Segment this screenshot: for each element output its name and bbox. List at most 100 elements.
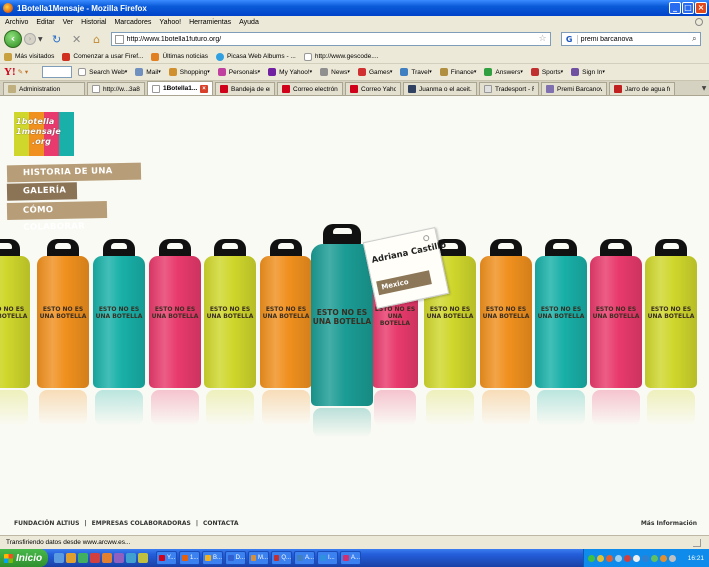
quicklaunch-icon[interactable] — [138, 553, 148, 563]
menu-ayuda[interactable]: Ayuda — [239, 19, 259, 26]
history-dropdown-icon[interactable]: ▼ — [38, 36, 43, 43]
quicklaunch-icon[interactable] — [90, 553, 100, 563]
dropdown-arrow-icon[interactable]: ▾ — [207, 69, 210, 75]
bottle[interactable]: ESTO NO ESUNA BOTELLA — [480, 96, 532, 535]
bookmark-star-icon[interactable]: ☆ — [539, 34, 547, 44]
browser-tab[interactable]: Premi Barcanova — [541, 82, 607, 95]
browser-tab[interactable]: Jarro de agua frí... — [609, 82, 675, 95]
dropdown-arrow-icon[interactable]: ▾ — [602, 69, 605, 75]
footer-link-contacta[interactable]: CONTACTA — [203, 520, 238, 527]
taskbar-window-button[interactable]: D... — [225, 551, 246, 565]
footer-link-empresas[interactable]: EMPRESAS COLABORADORAS — [92, 520, 191, 527]
yahoo-toolbar-item[interactable]: Sign In ▾ — [571, 68, 605, 76]
tray-icon[interactable] — [606, 554, 613, 562]
bottle[interactable]: ESTO NO ESUNA BOTELLA — [590, 96, 642, 535]
browser-tab[interactable]: Tradesport - Flas... — [479, 82, 539, 95]
tray-icon[interactable] — [633, 554, 640, 562]
yahoo-toolbar-item[interactable]: Travel ▾ — [400, 68, 432, 76]
yahoo-toolbar-item[interactable]: Mail ▾ — [135, 68, 161, 76]
quicklaunch-icon[interactable] — [66, 553, 76, 563]
dropdown-arrow-icon[interactable]: ▾ — [125, 69, 128, 75]
menu-archivo[interactable]: Archivo — [5, 19, 28, 26]
footer-link-fundacion[interactable]: FUNDACIÓN ALTIUS — [14, 520, 79, 527]
search-icon[interactable]: ⌕ — [692, 34, 696, 44]
menu-yahoo[interactable]: Yahoo! — [159, 19, 181, 26]
bottle[interactable]: ESTO NO ESUNA BOTELLA — [645, 96, 697, 535]
tray-icon[interactable] — [588, 554, 595, 562]
yahoo-logo[interactable]: Y! — [4, 66, 16, 78]
taskbar-window-button[interactable]: I... — [317, 551, 338, 565]
start-button[interactable]: Inicio — [0, 549, 48, 567]
minimize-button[interactable]: _ — [669, 2, 681, 14]
taskbar-window-button[interactable]: A... — [340, 551, 361, 565]
yahoo-toolbar-item[interactable]: Games ▾ — [357, 68, 393, 76]
mas-informacion-link[interactable]: Más Información — [641, 520, 697, 527]
clock[interactable]: 16:21 — [688, 555, 704, 562]
yahoo-toolbar-item[interactable]: Sports ▾ — [530, 68, 564, 76]
browser-tab[interactable]: Bandeja de entra... — [215, 82, 275, 95]
bottle[interactable]: ESTO NO ESUNA BOTELLA — [424, 96, 476, 535]
stop-icon[interactable]: ✕ — [70, 32, 84, 46]
yahoo-toolbar-item[interactable]: Finance ▾ — [439, 68, 477, 76]
taskbar-window-button[interactable]: A... — [294, 551, 315, 565]
browser-tab[interactable]: Administration — [3, 82, 85, 95]
dropdown-arrow-icon[interactable]: ▾ — [429, 69, 432, 75]
bottle[interactable]: ESTO NO ESUNA BOTELLA — [93, 96, 145, 535]
dropdown-arrow-icon[interactable]: ▾ — [390, 69, 393, 75]
dropdown-arrow-icon[interactable]: ▾ — [347, 69, 350, 75]
back-button[interactable]: ‹ — [4, 30, 22, 48]
dropdown-arrow-icon[interactable]: ▾ — [520, 69, 523, 75]
bottle[interactable]: ESTO NO ESUNA BOTELLA — [260, 96, 312, 535]
dropdown-arrow-icon[interactable]: ▾ — [561, 69, 564, 75]
quicklaunch-icon[interactable] — [114, 553, 124, 563]
tray-icon[interactable] — [642, 554, 649, 562]
forward-button[interactable]: › — [24, 33, 36, 45]
search-input[interactable] — [577, 35, 693, 43]
url-bar[interactable]: ☆ — [110, 32, 551, 46]
menu-historial[interactable]: Historial — [81, 19, 106, 26]
browser-tab[interactable]: Juanma o el aceit... — [403, 82, 477, 95]
quicklaunch-icon[interactable] — [78, 553, 88, 563]
dropdown-arrow-icon[interactable]: ▾ — [158, 69, 161, 75]
taskbar-window-button[interactable]: 1... — [179, 551, 200, 565]
menu-editar[interactable]: Editar — [36, 19, 54, 26]
dropdown-arrow-icon[interactable]: ▾ — [474, 69, 477, 75]
tray-icon[interactable] — [651, 554, 658, 562]
yahoo-toolbar-item[interactable]: Answers ▾ — [484, 68, 523, 76]
taskbar-window-button[interactable]: B... — [202, 551, 223, 565]
yahoo-toolbar-item[interactable]: Shopping ▾ — [168, 68, 210, 76]
yahoo-toolbar-item[interactable]: Personals ▾ — [217, 68, 261, 76]
window-title-bar[interactable]: 1Botella1Mensaje - Mozilla Firefox _ □ × — [0, 0, 709, 16]
browser-tab[interactable]: Correo Yahoo! — [345, 82, 401, 95]
bottle[interactable]: ESTO NO ESUNA BOTELLA — [37, 96, 89, 535]
bookmark-item[interactable]: Últimas noticias — [151, 52, 208, 61]
taskbar-window-button[interactable]: Q... — [271, 551, 292, 565]
menu-herramientas[interactable]: Herramientas — [189, 19, 231, 26]
tray-icon[interactable] — [660, 554, 667, 562]
bookmark-item[interactable]: Picasa Web Albums - ... — [215, 52, 296, 61]
browser-tab[interactable]: 1Botella1... × — [147, 81, 213, 95]
quicklaunch-icon[interactable] — [126, 553, 136, 563]
bottle[interactable]: ESTO NO ESUNA BOTELLA — [149, 96, 201, 535]
quicklaunch-icon[interactable] — [102, 553, 112, 563]
search-bar[interactable]: G ⌕ — [560, 32, 701, 46]
featured-bottle[interactable]: ESTO NO ES UNA BOTELLA — [311, 96, 373, 535]
yahoo-toolbar-item[interactable]: My Yahoo! ▾ — [268, 68, 312, 76]
maximize-button[interactable]: □ — [682, 2, 694, 14]
close-button[interactable]: × — [695, 2, 707, 14]
url-input[interactable] — [126, 35, 539, 43]
dropdown-arrow-icon[interactable]: ▾ — [258, 69, 261, 75]
bottle[interactable]: ESTO NO ESUNA BOTELLA — [0, 96, 30, 535]
browser-tab[interactable]: http://w...3a8d8dj... — [87, 82, 145, 95]
tray-icon[interactable] — [615, 554, 622, 562]
bookmark-item[interactable]: Más visitados — [4, 52, 54, 61]
tray-icon[interactable] — [597, 554, 604, 562]
tray-icon[interactable] — [669, 554, 676, 562]
yahoo-toolbar-item[interactable]: News ▾ — [320, 68, 350, 76]
pencil-icon[interactable]: ✎ ▾ — [18, 68, 29, 76]
menu-marcadores[interactable]: Marcadores — [114, 19, 151, 26]
tab-close-icon[interactable]: × — [200, 84, 208, 93]
tab-list-dropdown-icon[interactable]: ▼ — [699, 82, 709, 95]
browser-tab[interactable]: Correo electrónic... — [277, 82, 343, 95]
quicklaunch-icon[interactable] — [54, 553, 64, 563]
